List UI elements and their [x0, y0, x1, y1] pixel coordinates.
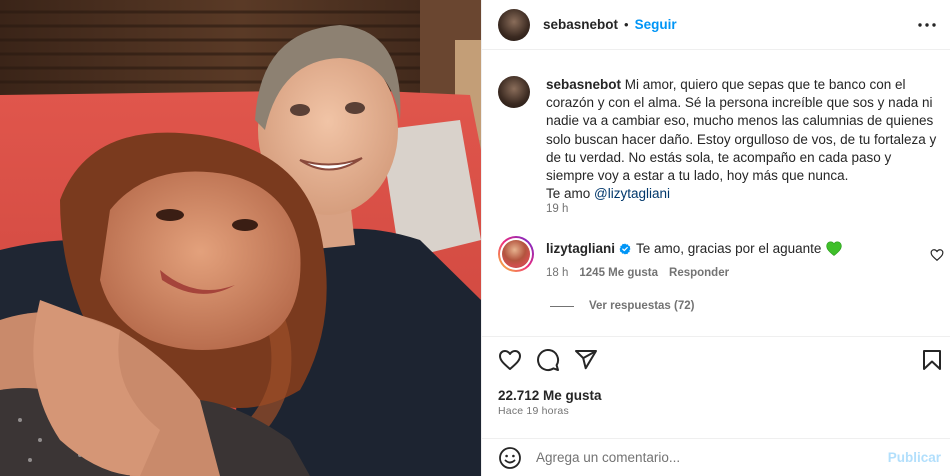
caption-body: Mi amor, quiero que sepas que te banco c…: [546, 77, 937, 184]
caption-author-avatar[interactable]: [498, 76, 530, 108]
action-bar: [482, 336, 950, 381]
add-comment-bar: Publicar: [482, 438, 950, 476]
post-photo-image: [0, 0, 481, 476]
separator-dot: •: [624, 17, 629, 32]
caption-mention-link[interactable]: @lizytagliani: [594, 186, 670, 201]
reply-button[interactable]: Responder: [669, 267, 729, 279]
verified-badge-icon: [619, 243, 631, 255]
caption-username[interactable]: sebasnebot: [546, 77, 621, 92]
comment-line: lizytagliani Te amo, gracias por el agua…: [546, 241, 843, 256]
commenter-avatar: [502, 240, 530, 268]
comment-likes-count[interactable]: 1245 Me gusta: [579, 267, 658, 279]
caption-text: sebasnebot Mi amor, quiero que sepas que…: [546, 76, 938, 203]
post-details-panel: sebasnebot • Seguir sebasnebot Mi amor, …: [481, 0, 950, 476]
comment-input[interactable]: [536, 450, 866, 465]
more-horizontal-icon[interactable]: [917, 15, 937, 35]
caption-timestamp[interactable]: 19 h: [546, 203, 568, 215]
emoji-smile-icon[interactable]: [498, 446, 522, 470]
post-caption: sebasnebot Mi amor, quiero que sepas que…: [498, 76, 938, 203]
likes-count[interactable]: 22.712 Me gusta: [498, 388, 602, 403]
comment-timestamp[interactable]: 18 h: [546, 267, 568, 279]
replies-divider-line: [550, 305, 574, 307]
post-header: sebasnebot • Seguir: [482, 0, 950, 50]
author-username[interactable]: sebasnebot: [543, 17, 618, 32]
commenter-avatar-story-ring[interactable]: [498, 236, 534, 272]
paper-plane-icon[interactable]: [573, 347, 599, 373]
author-avatar[interactable]: [498, 8, 530, 41]
heart-icon[interactable]: [497, 347, 523, 373]
comment-meta: 18 h 1245 Me gusta Responder: [546, 267, 729, 279]
post-timestamp[interactable]: Hace 19 horas: [498, 405, 569, 417]
bookmark-icon[interactable]: [919, 347, 945, 373]
view-replies-button[interactable]: Ver respuestas (72): [550, 300, 694, 312]
green-heart-emoji: [826, 241, 843, 256]
commenter-username[interactable]: lizytagliani: [546, 241, 615, 256]
comment-heart-icon[interactable]: [930, 248, 944, 262]
post-photo[interactable]: [0, 0, 481, 476]
caption-closing: Te amo: [546, 186, 591, 202]
comment-bubble-icon[interactable]: [535, 347, 561, 373]
publish-button[interactable]: Publicar: [888, 450, 941, 465]
view-replies-label: Ver respuestas (72): [589, 300, 695, 312]
comment-text: Te amo, gracias por el aguante: [636, 241, 822, 256]
follow-button[interactable]: Seguir: [635, 17, 677, 32]
